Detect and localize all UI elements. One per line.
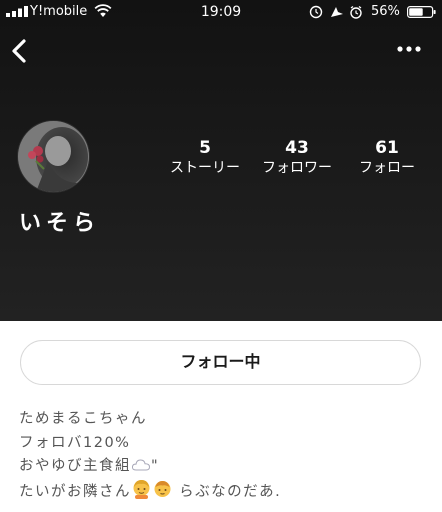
bio-line-text: たいがお隣さん xyxy=(19,483,131,500)
bio-line: たいがお隣さん らぶなのだあ. xyxy=(19,479,429,503)
cloud-emoji-icon xyxy=(131,459,151,471)
ellipsis-icon xyxy=(397,46,421,52)
bio-line: ためまるこちゃん xyxy=(19,411,147,427)
stat-following[interactable]: 61 フォロー xyxy=(337,138,437,177)
following-button[interactable]: フォロー中 xyxy=(20,340,421,385)
stat-followers[interactable]: 43 フォロワー xyxy=(247,138,347,177)
display-name: いそら xyxy=(19,211,101,236)
chevron-left-icon xyxy=(12,39,26,63)
bio-line: フォロバ120% xyxy=(19,434,131,451)
back-button[interactable] xyxy=(6,34,36,68)
following-label: フォロー xyxy=(359,160,415,176)
bio-line: おやゆび主食組 " xyxy=(19,455,429,479)
stories-label: ストーリー xyxy=(170,160,240,176)
avatar[interactable] xyxy=(18,121,89,192)
avatar-photo xyxy=(18,121,89,192)
person-emoji-icon xyxy=(133,479,150,499)
status-indicators-icon xyxy=(309,5,362,19)
battery-percent: 56% xyxy=(371,4,400,19)
profile-header: Y!mobile 19:09 56% いそら 5 ストーリー 43 フォロワー … xyxy=(0,0,442,321)
child-emoji-icon xyxy=(154,480,171,497)
followers-label: フォロワー xyxy=(262,160,332,176)
stories-count: 5 xyxy=(199,138,211,158)
following-count: 61 xyxy=(375,138,399,158)
bio-line-suffix: らぶなのだあ. xyxy=(173,483,282,500)
profile-screen: Y!mobile 19:09 56% いそら 5 ストーリー 43 フォロワー … xyxy=(0,0,442,512)
battery-icon xyxy=(407,6,436,18)
status-bar: Y!mobile 19:09 56% xyxy=(0,0,442,24)
followers-count: 43 xyxy=(285,138,309,158)
profile-bio: ためまるこちゃん フォロバ120% おやゆび主食組 " たいがお隣さん らぶなのだ… xyxy=(19,408,429,502)
stat-stories[interactable]: 5 ストーリー xyxy=(155,138,255,177)
bio-line-text: おやゆび主食組 xyxy=(19,458,131,474)
more-options-button[interactable] xyxy=(392,38,426,60)
bio-line-suffix: " xyxy=(151,458,160,474)
